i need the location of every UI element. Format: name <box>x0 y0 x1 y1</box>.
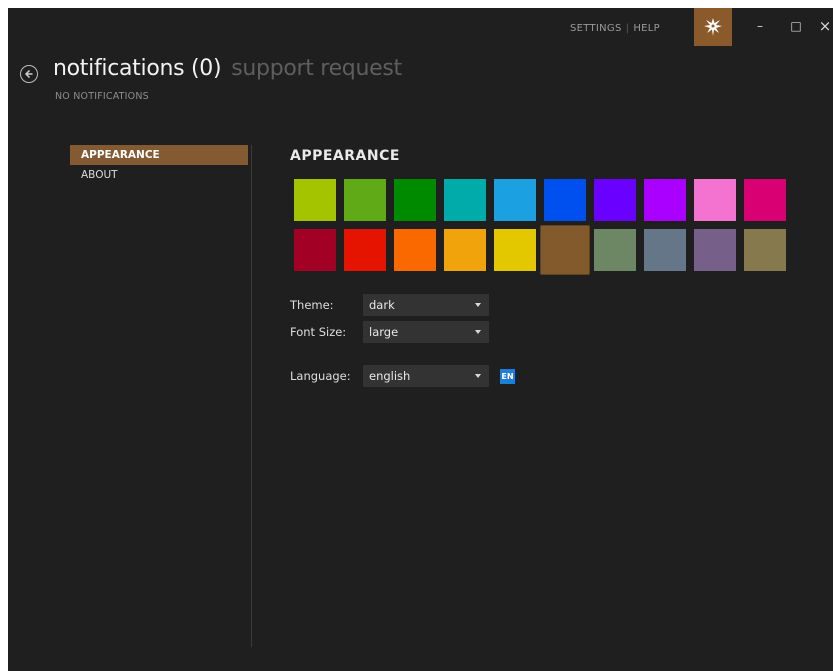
settings-link[interactable]: SETTINGS <box>570 23 622 34</box>
color-swatch[interactable] <box>344 179 386 221</box>
back-arrow-icon <box>24 69 33 79</box>
color-swatch[interactable] <box>494 229 536 271</box>
color-swatch[interactable] <box>294 229 336 271</box>
sidebar-divider <box>251 145 252 647</box>
color-row <box>294 225 788 275</box>
sidebar-item-about[interactable]: ABOUT <box>70 165 248 185</box>
section-title: APPEARANCE <box>290 148 400 164</box>
font-size-row: Font Size: large <box>290 321 489 343</box>
app-logo[interactable] <box>694 8 732 46</box>
language-value: english <box>369 369 411 383</box>
font-size-label: Font Size: <box>290 325 347 339</box>
page-title: notifications (0) support request <box>53 56 402 81</box>
app-window: SETTINGS | HELP – □ × notifications (0) sup… <box>8 8 833 671</box>
back-button[interactable] <box>20 65 38 83</box>
support-request-link[interactable]: support request <box>231 56 402 81</box>
top-link-separator: | <box>625 23 630 34</box>
font-size-value: large <box>369 325 399 339</box>
accent-color-palette <box>294 179 788 279</box>
color-swatch[interactable] <box>444 229 486 271</box>
color-swatch[interactable] <box>344 229 386 271</box>
color-swatch[interactable] <box>644 179 686 221</box>
dropdown-caret-icon <box>475 330 481 334</box>
notifications-title[interactable]: notifications (0) <box>53 56 222 81</box>
language-row: Language: english EN <box>290 365 515 387</box>
theme-row: Theme: dark <box>290 294 489 316</box>
theme-label: Theme: <box>290 298 334 312</box>
color-swatch[interactable] <box>694 179 736 221</box>
font-size-select[interactable]: large <box>363 321 489 343</box>
color-row <box>294 179 788 221</box>
language-label: Language: <box>290 369 351 383</box>
color-swatch[interactable] <box>394 179 436 221</box>
color-swatch[interactable] <box>644 229 686 271</box>
language-select[interactable]: english <box>363 365 489 387</box>
color-swatch[interactable] <box>494 179 536 221</box>
color-swatch[interactable] <box>544 179 586 221</box>
top-links: SETTINGS | HELP <box>570 23 660 34</box>
dropdown-caret-icon <box>475 374 481 378</box>
settings-sidebar: APPEARANCE ABOUT <box>70 145 248 185</box>
color-swatch[interactable] <box>594 179 636 221</box>
color-swatch[interactable] <box>444 179 486 221</box>
dropdown-caret-icon <box>475 303 481 307</box>
close-button[interactable]: × <box>815 16 833 36</box>
color-swatch[interactable] <box>744 229 786 271</box>
bird-logo-icon <box>704 18 722 36</box>
color-swatch[interactable] <box>694 229 736 271</box>
notifications-status: NO NOTIFICATIONS <box>55 91 149 102</box>
color-swatch[interactable] <box>594 229 636 271</box>
color-swatch[interactable] <box>394 229 436 271</box>
theme-value: dark <box>369 298 395 312</box>
color-swatch-selected[interactable] <box>540 225 590 275</box>
sidebar-item-appearance[interactable]: APPEARANCE <box>70 145 248 165</box>
color-swatch[interactable] <box>744 179 786 221</box>
theme-select[interactable]: dark <box>363 294 489 316</box>
language-badge: EN <box>500 368 515 384</box>
color-swatch[interactable] <box>294 179 336 221</box>
help-link[interactable]: HELP <box>633 23 660 34</box>
maximize-button[interactable]: □ <box>786 16 806 36</box>
minimize-button[interactable]: – <box>750 16 770 36</box>
